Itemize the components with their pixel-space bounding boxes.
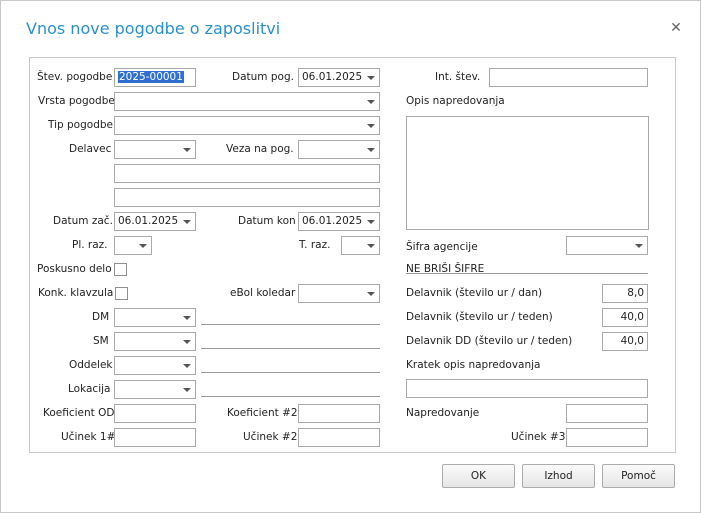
ucinek-2-input[interactable] — [298, 428, 380, 447]
delavec-info-field — [114, 188, 380, 207]
delavec-name-field — [114, 164, 380, 183]
pl-raz-label: Pl. raz. — [72, 239, 108, 251]
ne-brisi-sifre-label: NE BRIŠI ŠIFRE — [406, 263, 485, 275]
ucinek-2-label: Učinek #2 — [243, 431, 298, 443]
vrsta-pogodbe-select[interactable] — [114, 92, 380, 111]
chevron-down-icon — [367, 124, 375, 128]
stev-pogodbe-label: Štev. pogodbe — [37, 71, 113, 83]
delavnik-dan-input[interactable]: 8,0 — [602, 284, 648, 303]
ne-brisi-sifre-line — [406, 273, 648, 274]
datum-kon-select[interactable]: 06.01.2025 — [298, 212, 380, 231]
koeficient-2-input[interactable] — [298, 404, 380, 423]
konk-klavzula-checkbox[interactable] — [115, 287, 128, 300]
lokacija-label: Lokacija — [68, 383, 111, 395]
poskusno-delo-checkbox[interactable] — [114, 263, 127, 276]
chevron-down-icon — [183, 316, 191, 320]
ucinek-1-label: Učinek 1# — [61, 431, 116, 443]
napredovanje-input[interactable] — [566, 404, 648, 423]
stev-pogodbe-value: 2025-00001 — [118, 71, 184, 83]
delavec-label: Delavec — [69, 143, 112, 155]
tip-pogodbe-label: Tip pogodbe — [48, 119, 113, 131]
chevron-down-icon — [367, 76, 375, 80]
datum-pog-value: 06.01.2025 — [302, 71, 363, 83]
pomoc-button[interactable]: Pomoč — [602, 464, 675, 488]
opis-napredovanja-textarea[interactable] — [406, 116, 649, 230]
delavec-select[interactable] — [114, 140, 196, 159]
chevron-down-icon — [367, 100, 375, 104]
chevron-down-icon — [367, 148, 375, 152]
poskusno-delo-label: Poskusno delo — [37, 263, 112, 275]
delavnik-teden-label: Delavnik (število ur / teden) — [406, 311, 553, 323]
sifra-agencije-select[interactable] — [566, 236, 648, 255]
tip-pogodbe-select[interactable] — [114, 116, 380, 135]
delavnik-dd-teden-input[interactable]: 40,0 — [602, 332, 648, 351]
oddelek-label: Oddelek — [69, 359, 113, 371]
koeficient-2-label: Koeficient #2 — [227, 407, 298, 419]
datum-zac-label: Datum zač. — [53, 215, 113, 227]
datum-zac-value: 06.01.2025 — [118, 215, 179, 227]
t-raz-select[interactable] — [341, 236, 380, 255]
lokacija-select[interactable] — [114, 380, 196, 399]
chevron-down-icon — [367, 292, 375, 296]
konk-klavzula-label: Konk. klavzula — [38, 287, 114, 299]
dm-select[interactable] — [114, 308, 196, 327]
dialog-title: Vnos nove pogodbe o zaposlitvi — [26, 19, 281, 38]
napredovanje-label: Napredovanje — [406, 407, 480, 419]
delavnik-dan-label: Delavnik (število ur / dan) — [406, 287, 543, 299]
delavnik-teden-input[interactable]: 40,0 — [602, 308, 648, 327]
veza-na-pog-label: Veza na pog. — [226, 143, 294, 155]
chevron-down-icon — [183, 388, 191, 392]
dm-name-line — [201, 324, 380, 325]
datum-pog-label: Datum pog. — [232, 71, 294, 83]
int-stev-input[interactable] — [489, 68, 648, 87]
koeficient-od-input[interactable] — [114, 404, 196, 423]
ebol-koledar-label: eBol koledar — [230, 287, 296, 299]
datum-zac-select[interactable]: 06.01.2025 — [114, 212, 196, 231]
izhod-button[interactable]: Izhod — [522, 464, 595, 488]
veza-na-pog-select[interactable] — [298, 140, 380, 159]
kratek-opis-input[interactable] — [406, 379, 648, 398]
sm-select[interactable] — [114, 332, 196, 351]
ucinek-3-label: Učinek #3 — [511, 431, 566, 443]
chevron-down-icon — [183, 148, 191, 152]
ebol-koledar-select[interactable] — [298, 284, 380, 303]
sm-name-line — [201, 348, 380, 349]
ucinek-3-input[interactable] — [566, 428, 648, 447]
datum-pog-select[interactable]: 06.01.2025 — [298, 68, 380, 87]
ok-button[interactable]: OK — [442, 464, 515, 488]
opis-napredovanja-label: Opis napredovanja — [406, 95, 505, 107]
int-stev-label: Int. štev. — [435, 71, 481, 83]
datum-kon-value: 06.01.2025 — [302, 215, 363, 227]
kratek-opis-label: Kratek opis napredovanja — [406, 359, 541, 371]
stev-pogodbe-input[interactable]: 2025-00001 — [114, 68, 196, 87]
dm-label: DM — [92, 311, 110, 323]
chevron-down-icon — [635, 244, 643, 248]
datum-kon-label: Datum kon — [238, 215, 296, 227]
sifra-agencije-label: Šifra agencije — [406, 241, 478, 253]
chevron-down-icon — [183, 340, 191, 344]
vrsta-pogodbe-label: Vrsta pogodbe — [38, 95, 115, 107]
close-icon[interactable]: ✕ — [669, 21, 683, 35]
chevron-down-icon — [139, 244, 147, 248]
t-raz-label: T. raz. — [299, 239, 331, 251]
koeficient-od-label: Koeficient OD — [43, 407, 115, 419]
pl-raz-select[interactable] — [114, 236, 152, 255]
chevron-down-icon — [183, 364, 191, 368]
ucinek-1-input[interactable] — [114, 428, 196, 447]
delavnik-dd-teden-label: Delavnik DD (število ur / teden) — [406, 335, 573, 347]
contract-dialog: Vnos nove pogodbe o zaposlitvi ✕ Štev. p… — [0, 0, 701, 513]
sm-label: SM — [93, 335, 109, 347]
lokacija-name-line — [201, 396, 380, 397]
chevron-down-icon — [367, 244, 375, 248]
oddelek-name-line — [201, 372, 380, 373]
chevron-down-icon — [183, 220, 191, 224]
oddelek-select[interactable] — [114, 356, 196, 375]
chevron-down-icon — [367, 220, 375, 224]
